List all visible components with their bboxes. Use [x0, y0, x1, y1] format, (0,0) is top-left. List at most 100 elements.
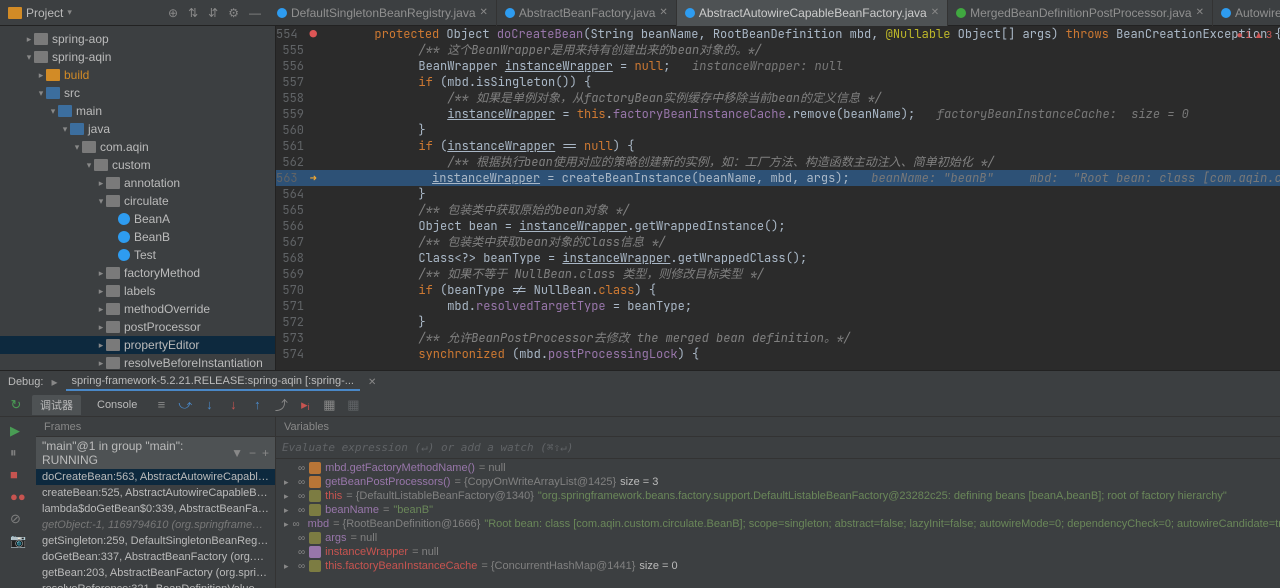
code-line[interactable]: 571 mbd.resolvedTargetType = beanType; — [276, 298, 1280, 314]
code-line[interactable]: 570 if (beanType != NullBean.class) { — [276, 282, 1280, 298]
expander-icon[interactable]: ▾ — [48, 106, 58, 117]
code-line[interactable]: 564 } — [276, 186, 1280, 202]
tree-item[interactable]: ▸methodOverride — [0, 300, 275, 318]
variable-row[interactable]: ∞instanceWrapper = null — [280, 545, 1276, 559]
close-icon[interactable]: ✕ — [368, 377, 376, 388]
variable-row[interactable]: ▸∞beanName = "beanB" — [280, 503, 1276, 517]
target-icon[interactable]: ⊕ — [168, 6, 178, 20]
project-panel-header[interactable]: Project ▾ — [0, 6, 160, 20]
variable-row[interactable]: ∞args = null — [280, 531, 1276, 545]
code-line[interactable]: 554● protected Object doCreateBean(Strin… — [276, 26, 1280, 42]
pause-icon[interactable]: ⏸ — [10, 445, 26, 461]
tree-item[interactable]: ▸spring-aop — [0, 30, 275, 48]
thread-selector[interactable]: "main"@1 in group "main": RUNNING ▼ − + — [36, 437, 275, 469]
tree-item[interactable]: ▸build — [0, 66, 275, 84]
tree-item[interactable]: Test — [0, 246, 275, 264]
debugger-tab[interactable]: 调试器 — [32, 395, 81, 415]
resume-icon[interactable]: ▶ — [10, 423, 26, 439]
code-editor[interactable]: ● 1 ▲ 3 554● protected Object doCreateBe… — [276, 26, 1280, 370]
tree-item[interactable]: ▸labels — [0, 282, 275, 300]
project-tree[interactable]: ▸spring-aop▾spring-aqin▸build▾src▾main▾j… — [0, 26, 276, 370]
code-line[interactable]: 563➜ instanceWrapper = createBeanInstanc… — [276, 170, 1280, 186]
code-line[interactable]: 572 } — [276, 314, 1280, 330]
more-icon[interactable]: ▦ — [345, 397, 361, 413]
code-line[interactable]: 559 instanceWrapper = this.factoryBeanIn… — [276, 106, 1280, 122]
expander-icon[interactable]: ▸ — [96, 304, 106, 315]
editor-tab[interactable]: AutowiredAnnotationBeanPostProcessor.jav… — [1213, 0, 1280, 26]
hide-icon[interactable]: — — [249, 6, 261, 20]
code-line[interactable]: 565 /** 包装类中获取原始的bean对象 */ — [276, 202, 1280, 218]
stack-frame[interactable]: getObject:-1, 1169794610 (org.springfram… — [36, 517, 275, 533]
expander-icon[interactable]: ▸ — [96, 322, 106, 333]
stack-frame[interactable]: createBean:525, AbstractAutowireCapableB… — [36, 485, 275, 501]
expander-icon[interactable]: ▾ — [36, 88, 46, 99]
tree-item[interactable]: ▾com.aqin — [0, 138, 275, 156]
threads-icon[interactable]: ≡ — [153, 397, 169, 413]
code-line[interactable]: 560 } — [276, 122, 1280, 138]
expander-icon[interactable]: ▸ — [284, 519, 289, 530]
code-line[interactable]: 566 Object bean = instanceWrapper.getWra… — [276, 218, 1280, 234]
tree-item[interactable]: ▾circulate — [0, 192, 275, 210]
breakpoint-icon[interactable]: ● — [310, 26, 317, 42]
code-line[interactable]: 561 if (instanceWrapper == null) { — [276, 138, 1280, 154]
tree-item[interactable]: ▸postProcessor — [0, 318, 275, 336]
variable-row[interactable]: ∞mbd.getFactoryMethodName() = null — [280, 461, 1276, 475]
expander-icon[interactable]: ▸ — [284, 491, 294, 502]
tree-item[interactable]: BeanB — [0, 228, 275, 246]
expander-icon[interactable]: ▾ — [24, 52, 34, 63]
plus-icon[interactable]: + — [262, 446, 269, 460]
tree-item[interactable]: ▾java — [0, 120, 275, 138]
expander-icon[interactable]: ▸ — [284, 477, 294, 488]
code-line[interactable]: 558 /** 如果是单例对象，从factoryBean实例缓存中移除当前bea… — [276, 90, 1280, 106]
variable-row[interactable]: ▸∞this = {DefaultListableBeanFactory@134… — [280, 489, 1276, 503]
expander-icon[interactable]: ▸ — [24, 34, 34, 45]
expander-icon[interactable]: ▾ — [72, 142, 82, 153]
tree-item[interactable]: BeanA — [0, 210, 275, 228]
expander-icon[interactable]: ▸ — [96, 178, 106, 189]
stack-frame[interactable]: lambda$doGetBean$0:339, AbstractBeanFact… — [36, 501, 275, 517]
collapse-icon[interactable]: ⇵ — [208, 6, 218, 20]
stack-frame[interactable]: getSingleton:259, DefaultSingletonBeanRe… — [36, 533, 275, 549]
editor-problems-indicator[interactable]: ● 1 ▲ 3 — [1237, 30, 1272, 41]
filter-icon[interactable]: ▼ — [231, 446, 243, 460]
code-line[interactable]: 562 /** 根据执行bean使用对应的策略创建新的实例，如：工厂方法、构造函… — [276, 154, 1280, 170]
gear-icon[interactable]: ⚙ — [228, 6, 239, 20]
rerun-icon[interactable]: ↻ — [8, 397, 24, 413]
stack-frame[interactable]: doCreateBean:563, AbstractAutowireCapabl… — [36, 469, 275, 485]
stack-frame[interactable]: resolveReference:321, BeanDefinitionValu… — [36, 581, 275, 588]
stack-frame[interactable]: doGetBean:337, AbstractBeanFactory (org.… — [36, 549, 275, 565]
close-icon[interactable]: ✕ — [931, 7, 939, 18]
expander-icon[interactable]: ▸ — [96, 340, 106, 351]
expander-icon[interactable]: ▾ — [84, 160, 94, 171]
expander-icon[interactable]: ▸ — [284, 505, 294, 516]
expander-icon[interactable]: ▸ — [36, 70, 46, 81]
variable-row[interactable]: ▸∞mbd = {RootBeanDefinition@1666} "Root … — [280, 517, 1276, 531]
step-out-icon[interactable]: ↑ — [249, 397, 265, 413]
stack-frame[interactable]: getBean:203, AbstractBeanFactory (org.sp… — [36, 565, 275, 581]
tree-item[interactable]: ▸annotation — [0, 174, 275, 192]
console-tab[interactable]: Console — [89, 397, 145, 413]
evaluate-input[interactable]: Evaluate expression (↵) or add a watch (… — [276, 437, 1280, 459]
editor-tab[interactable]: AbstractAutowireCapableBeanFactory.java✕ — [677, 0, 948, 26]
expander-icon[interactable]: ▸ — [284, 561, 294, 572]
editor-tab[interactable]: MergedBeanDefinitionPostProcessor.java✕ — [948, 0, 1213, 26]
code-line[interactable]: 573 /** 允许BeanPostProcessor去修改 the merge… — [276, 330, 1280, 346]
expander-icon[interactable]: ▾ — [96, 196, 106, 207]
tree-item[interactable]: ▾custom — [0, 156, 275, 174]
editor-tab[interactable]: DefaultSingletonBeanRegistry.java✕ — [269, 0, 497, 26]
code-line[interactable]: 568 Class<?> beanType = instanceWrapper.… — [276, 250, 1280, 266]
variable-row[interactable]: ▸∞this.factoryBeanInstanceCache = {Concu… — [280, 559, 1276, 573]
code-line[interactable]: 574 synchronized (mbd.postProcessingLock… — [276, 346, 1280, 362]
editor-tab[interactable]: AbstractBeanFactory.java✕ — [497, 0, 677, 26]
run-to-cursor-icon[interactable]: ▸ᵢ — [297, 397, 313, 413]
expander-icon[interactable]: ▸ — [96, 358, 106, 369]
tree-item[interactable]: ▸factoryMethod — [0, 264, 275, 282]
tree-item[interactable]: ▾main — [0, 102, 275, 120]
code-line[interactable]: 557 if (mbd.isSingleton()) { — [276, 74, 1280, 90]
view-breakpoints-icon[interactable]: ●● — [10, 489, 26, 505]
close-icon[interactable]: ✕ — [1196, 7, 1204, 18]
step-over-icon[interactable]: ⤻ — [177, 397, 193, 413]
code-line[interactable]: 569 /** 如果不等于 NullBean.class 类型，则修改目标类型 … — [276, 266, 1280, 282]
drop-frame-icon[interactable]: ⤴ — [273, 397, 289, 413]
tree-item[interactable]: ▾src — [0, 84, 275, 102]
